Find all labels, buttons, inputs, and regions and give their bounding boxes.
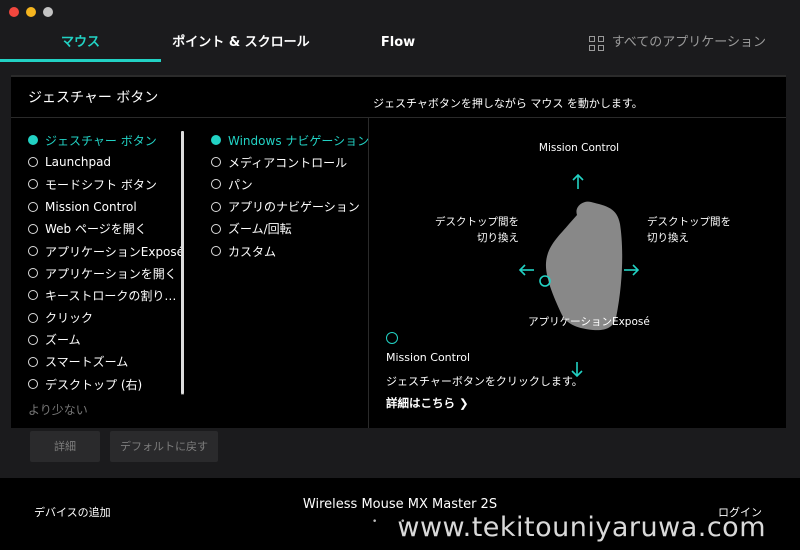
radio-icon xyxy=(211,135,221,146)
button-option[interactable]: キーストロークの割り… xyxy=(28,284,178,306)
divider xyxy=(11,75,786,77)
radio-icon xyxy=(28,246,38,257)
button-assignment-list: ジェスチャー ボタン Launchpad モードシフト ボタン Mission Con… xyxy=(28,129,184,395)
learn-more-link[interactable]: 詳細はこちら ❯ xyxy=(386,395,469,411)
radio-icon xyxy=(211,246,221,257)
button-option[interactable]: Web ページを開く xyxy=(28,218,178,240)
tab-point-scroll[interactable]: ポイント & スクロール xyxy=(161,24,321,62)
click-indicator-icon xyxy=(386,332,398,344)
button-option[interactable]: アプリケーションExposé xyxy=(28,240,184,262)
app-window: マウス ポイント & スクロール Flow すべてのアプリケーション ジェスチャ… xyxy=(0,0,800,550)
gesture-option-list: Windows ナビゲーション メディアコントロール パンアプリのナビゲーション ズー… xyxy=(211,129,371,262)
radio-icon xyxy=(28,312,38,323)
button-option-label: スマートズーム xyxy=(45,355,129,370)
gesture-option-label: ズーム/回転 xyxy=(228,222,292,237)
radio-icon xyxy=(28,201,38,212)
radio-icon xyxy=(211,157,221,168)
button-option-label: モードシフト ボタン xyxy=(45,177,157,192)
button-option-label: ジェスチャー ボタン xyxy=(45,133,157,148)
click-action-description: ジェスチャーボタンをクリックします。 xyxy=(386,375,583,388)
panel-description: ジェスチャボタンを押しながら マウス を動かします。 xyxy=(373,97,643,110)
watermark: www.tekitouniyaruwa.com xyxy=(397,512,766,543)
gesture-up-label: Mission Control xyxy=(538,142,620,154)
radio-icon xyxy=(28,223,38,234)
button-option[interactable]: クリック xyxy=(28,307,178,329)
button-option-label: Web ページを開く xyxy=(45,222,147,237)
click-action-title: Mission Control xyxy=(386,351,471,364)
gesture-left-label: デスクトップ間を 切り換え xyxy=(435,216,519,244)
gesture-option[interactable]: ズーム/回転 xyxy=(211,218,371,240)
button-option[interactable]: ジェスチャー ボタン xyxy=(28,129,178,151)
tab-flow[interactable]: Flow xyxy=(338,24,458,62)
gesture-option[interactable]: アプリのナビゲーション xyxy=(211,196,371,218)
show-less-link[interactable]: より少ない xyxy=(28,401,88,418)
all-apps-label: すべてのアプリケーション xyxy=(611,35,766,50)
panel-title: ジェスチャー ボタン xyxy=(28,90,159,106)
button-option-label: アプリケーションを開く xyxy=(45,266,177,281)
title-bar xyxy=(0,0,800,24)
reset-defaults-button[interactable]: デフォルトに戻す xyxy=(110,431,218,462)
device-name: Wireless Mouse MX Master 2S xyxy=(302,497,498,512)
all-apps-button[interactable]: すべてのアプリケーション xyxy=(588,24,766,62)
button-option[interactable]: アプリケーションを開く xyxy=(28,262,178,284)
button-option[interactable]: スマートズーム xyxy=(28,351,178,373)
button-option[interactable]: モードシフト ボタン xyxy=(28,173,178,195)
radio-icon xyxy=(28,135,38,146)
tab-bar: マウス ポイント & スクロール Flow すべてのアプリケーション xyxy=(0,24,800,62)
gesture-settings-panel: ジェスチャー ボタン ジェスチャボタンを押しながら マウス を動かします。 ジェ… xyxy=(11,75,786,428)
gesture-right-label: デスクトップ間を 切り換え xyxy=(647,216,731,244)
radio-icon xyxy=(211,201,221,212)
gesture-option-label: カスタム xyxy=(228,244,277,259)
button-option[interactable]: デスクトップ (右) xyxy=(28,373,178,395)
button-option-label: ズーム xyxy=(45,333,81,348)
button-option-label: アプリケーションExposé xyxy=(45,244,185,259)
button-option-label: Mission Control xyxy=(45,199,137,214)
button-option-label: クリック xyxy=(45,311,94,326)
button-option-label: Launchpad xyxy=(45,155,112,170)
scrollbar[interactable] xyxy=(181,131,184,394)
gesture-option-label: パン xyxy=(228,177,253,192)
radio-icon xyxy=(28,379,38,390)
radio-icon xyxy=(28,157,38,168)
button-option-label: キーストロークの割り… xyxy=(45,288,177,303)
gesture-down-label: アプリケーションExposé xyxy=(528,316,650,328)
gesture-option-label: Windows ナビゲーション xyxy=(228,133,370,148)
radio-icon xyxy=(28,290,38,301)
radio-icon xyxy=(28,268,38,279)
gesture-diagram: Mission Control デスクトップ間を 切り換え デスクトップ間を 切… xyxy=(369,118,786,428)
radio-icon xyxy=(28,334,38,345)
gesture-option-label: メディアコントロール xyxy=(228,155,348,170)
active-tab-indicator xyxy=(0,59,161,62)
button-option[interactable]: Mission Control xyxy=(28,196,178,218)
details-button[interactable]: 詳細 xyxy=(30,431,100,462)
tab-mouse[interactable]: マウス xyxy=(0,24,161,62)
radio-icon xyxy=(211,179,221,190)
radio-icon xyxy=(211,223,221,234)
gesture-option[interactable]: メディアコントロール xyxy=(211,151,371,173)
button-option[interactable]: ズーム xyxy=(28,329,178,351)
gesture-option-label: アプリのナビゲーション xyxy=(228,200,360,215)
gesture-option[interactable]: パン xyxy=(211,173,371,195)
close-window-button[interactable] xyxy=(9,7,19,17)
button-option[interactable]: Launchpad xyxy=(28,151,178,173)
radio-icon xyxy=(28,356,38,367)
button-option-label: デスクトップ (右) xyxy=(45,377,143,392)
gesture-option[interactable]: Windows ナビゲーション xyxy=(211,129,371,151)
zoom-window-button[interactable] xyxy=(43,7,53,17)
gesture-option[interactable]: カスタム xyxy=(211,240,371,262)
radio-icon xyxy=(28,179,38,190)
footer-bar: デバイスの追加 Wireless Mouse MX Master 2S • • … xyxy=(0,478,800,550)
minimize-window-button[interactable] xyxy=(26,7,36,17)
grid-icon xyxy=(588,35,604,51)
